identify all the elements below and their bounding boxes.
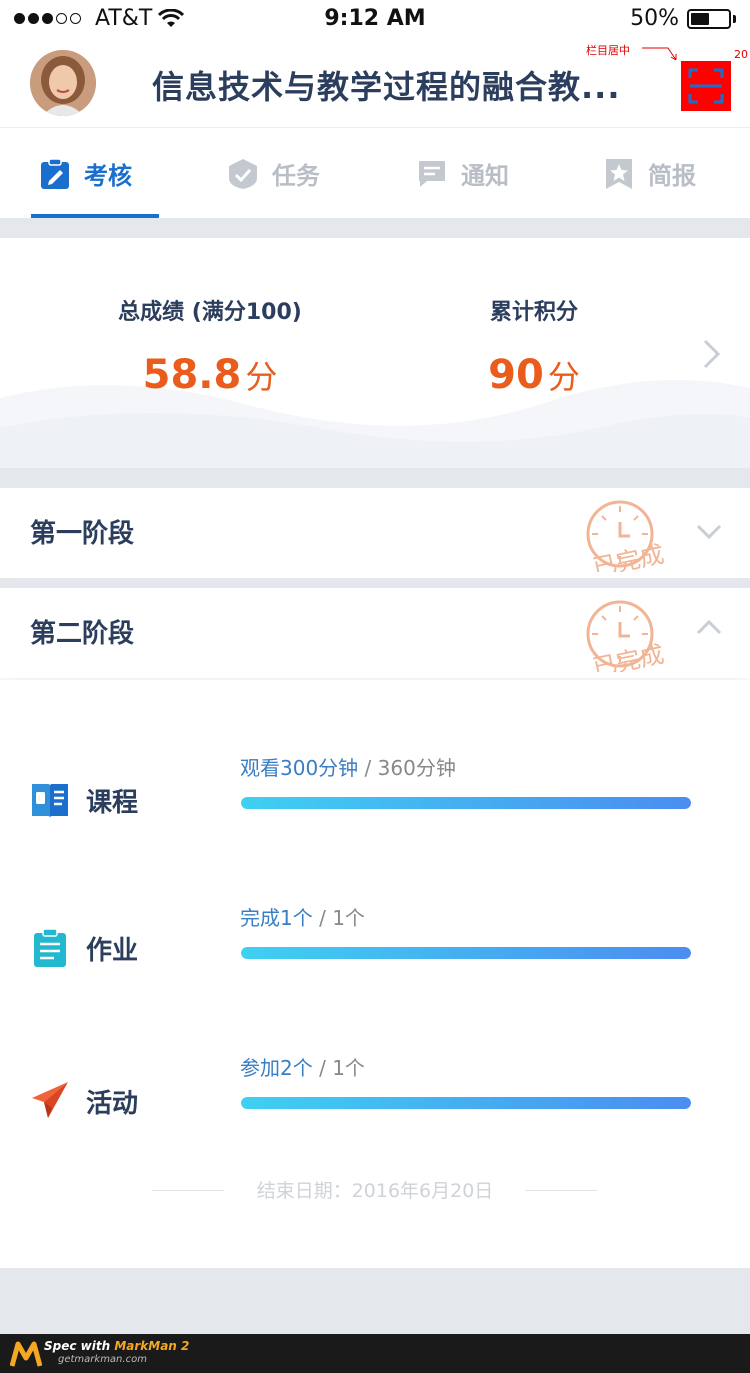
avatar[interactable]: [30, 50, 96, 116]
detail-homework[interactable]: 作业 完成1个 / 1个: [0, 900, 750, 1000]
divider: [0, 468, 750, 488]
detail-label: 活动: [86, 1089, 139, 1119]
svg-text:已完成: 已完成: [590, 640, 666, 672]
markman-logo-icon: [10, 1341, 42, 1367]
markman-url: getmarkman.com: [58, 1354, 147, 1365]
scan-button[interactable]: [681, 61, 731, 111]
detail-activity[interactable]: 活动 参加2个 / 1个: [0, 1050, 750, 1150]
tab-assessment[interactable]: 考核: [40, 129, 132, 218]
progress-bar: [241, 797, 691, 809]
chevron-up-icon: [696, 619, 722, 635]
completed-stamp-icon: 已完成: [586, 500, 666, 572]
accumulated-points: 累计积分 90 分: [434, 294, 634, 398]
total-score-value: 58.8 分: [142, 352, 278, 398]
tab-notifications[interactable]: 通知: [417, 129, 509, 218]
tab-briefing[interactable]: 简报: [604, 129, 696, 218]
page-title: 信息技术与教学过程的融合教...: [152, 68, 621, 106]
markman-footer: Spec with MarkMan 2 getmarkman.com: [0, 1334, 750, 1373]
divider: [0, 218, 750, 238]
stage-title: 第二阶段: [30, 619, 135, 649]
tab-tasks[interactable]: 任务: [228, 129, 320, 218]
battery-percent: 50%: [630, 6, 679, 31]
message-icon: [419, 160, 445, 187]
scan-icon: [688, 68, 724, 104]
header: 信息技术与教学过程的融合教... 栏目居中 20: [0, 40, 750, 128]
end-date: 结束日期：2016年6月20日: [256, 1180, 494, 1202]
status-bar: AT&T 9:12 AM 50%: [0, 0, 750, 40]
divider: [525, 1190, 597, 1191]
battery: 50%: [630, 6, 736, 31]
points-value: 90 分: [488, 352, 580, 398]
total-score-label: 总成绩 (满分100): [118, 300, 302, 325]
progress-text: 参加2个 / 1个: [240, 1056, 365, 1080]
progress-text: 观看300分钟 / 360分钟: [240, 756, 456, 780]
spec-annotation-spacing: 20: [734, 48, 748, 61]
completed-stamp-icon: 已完成: [586, 600, 666, 672]
progress-bar-fill: [241, 1097, 691, 1109]
progress-bar-fill: [241, 947, 691, 959]
book-icon: [32, 784, 68, 818]
score-card[interactable]: 总成绩 (满分100) 58.8 分 累计积分 90 分: [0, 238, 750, 468]
points-label: 累计积分: [489, 300, 578, 325]
detail-course[interactable]: 课程 观看300分钟 / 360分钟: [0, 750, 750, 850]
progress-bar: [241, 1097, 691, 1109]
homework-clipboard-icon: [34, 928, 66, 967]
paper-plane-icon: [32, 1082, 68, 1118]
stage-title: 第一阶段: [30, 519, 135, 549]
spec-annotation-center: 栏目居中: [586, 44, 630, 57]
detail-label: 作业: [86, 936, 139, 966]
tab-label: 考核: [84, 162, 132, 190]
task-check-icon: [229, 158, 257, 189]
spec-annotation-arrow: [642, 47, 677, 61]
chevron-down-icon: [696, 524, 722, 540]
svg-text:已完成: 已完成: [590, 540, 666, 572]
battery-icon: [687, 8, 731, 29]
progress-bar: [241, 947, 691, 959]
divider: [0, 578, 750, 588]
clipboard-edit-icon: [41, 157, 69, 189]
progress-bar-fill: [241, 797, 691, 809]
stage-row[interactable]: 第二阶段 已完成: [0, 588, 750, 678]
total-score: 总成绩 (满分100) 58.8 分: [110, 294, 310, 398]
markman-brand: Spec with MarkMan 2: [44, 1339, 190, 1353]
tab-bar: 考核 任务 通知 简报: [0, 129, 750, 218]
chevron-right-icon: [703, 339, 721, 369]
tab-label: 任务: [272, 162, 320, 190]
tab-label: 通知: [461, 162, 509, 190]
bottom-spacer: [0, 1268, 750, 1334]
detail-label: 课程: [86, 788, 139, 818]
progress-text: 完成1个 / 1个: [240, 906, 365, 930]
tab-label: 简报: [648, 162, 696, 190]
star-bookmark-icon: [606, 158, 632, 189]
stage-row[interactable]: 第一阶段 已完成: [0, 488, 750, 578]
